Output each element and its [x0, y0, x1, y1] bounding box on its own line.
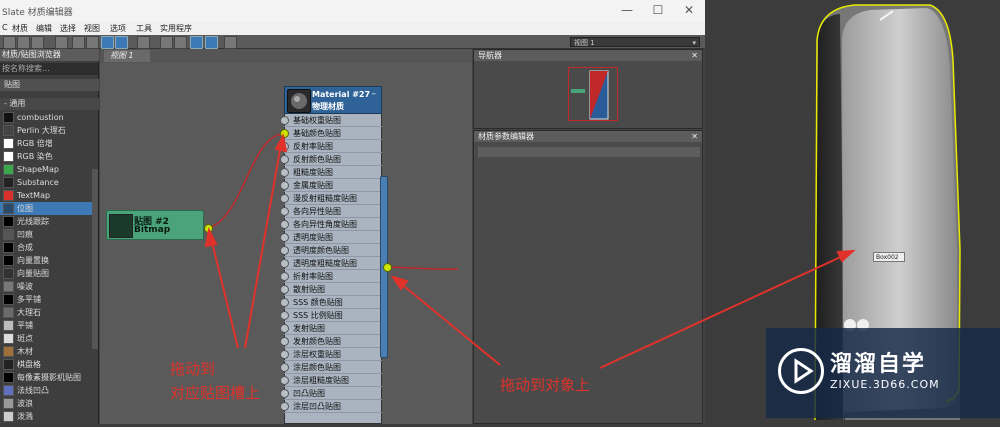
arrowhead	[836, 249, 856, 263]
annotation-drag-to-object: 拖动到对象上	[500, 376, 591, 394]
watermark: 溜溜自学 ZIXUE.3D66.COM	[766, 328, 1000, 418]
arrow-to-slot	[244, 143, 282, 349]
annotation-drag-to-slot-line1: 拖动到	[170, 360, 216, 378]
arrowhead	[204, 226, 218, 248]
arrow-to-bitmap	[210, 237, 239, 349]
watermark-brand: 溜溜自学	[830, 352, 927, 377]
arrowhead	[274, 133, 288, 153]
watermark-url: ZIXUE.3D66.COM	[830, 378, 940, 391]
play-logo-icon	[778, 348, 824, 394]
annotation-drag-to-slot-line2: 对应贴图槽上	[170, 384, 261, 402]
arrow-to-output	[398, 281, 501, 366]
